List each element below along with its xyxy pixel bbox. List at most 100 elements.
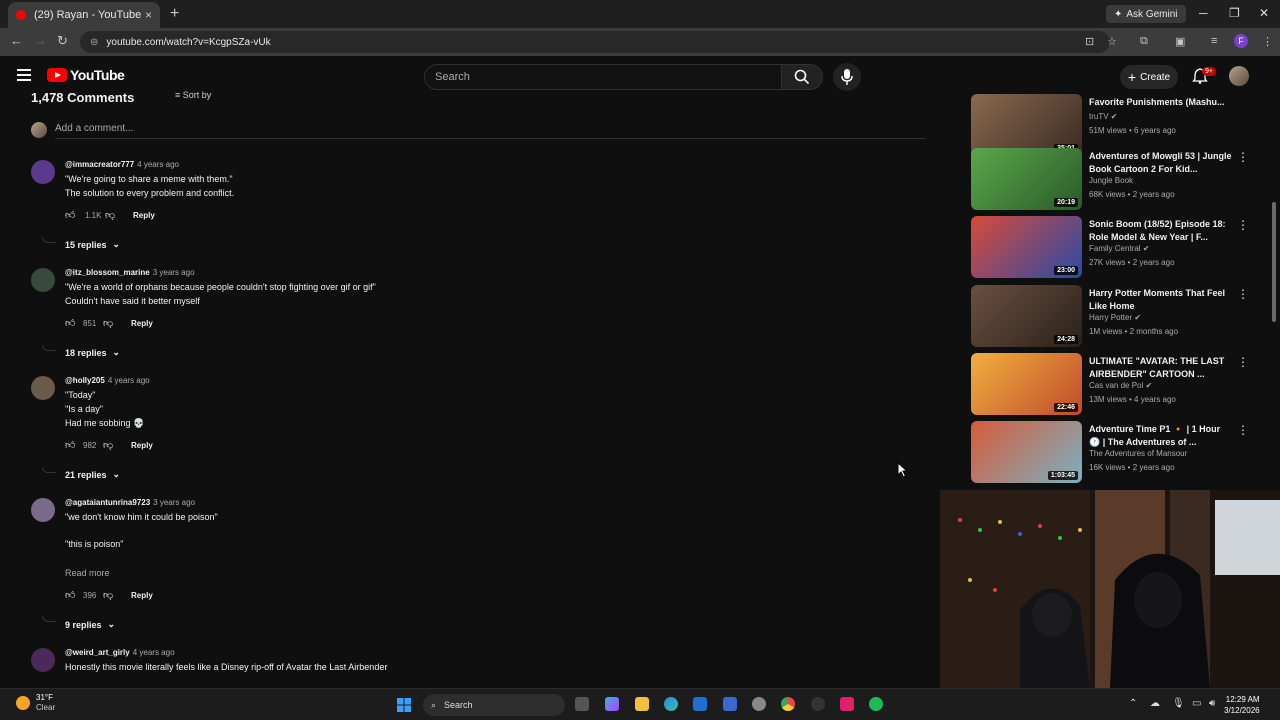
comment-author[interactable]: @agataiantunrina9723 — [65, 498, 150, 507]
related-video[interactable]: 22:46 ULTIMATE "AVATAR: THE LAST AIRBEND… — [971, 353, 1251, 415]
windows-start-icon[interactable] — [397, 698, 411, 712]
related-video[interactable]: 35:01 Favorite Punishments (Mashu... tru… — [971, 94, 1251, 156]
reply-button[interactable]: Reply — [133, 211, 155, 220]
video-thumbnail[interactable]: 1:03:45 — [971, 421, 1082, 483]
browser-tab[interactable]: (29) Rayan - YouTube × — [8, 2, 160, 28]
read-more-link[interactable]: Read more — [65, 568, 110, 578]
install-app-icon[interactable]: ⊡ — [1085, 35, 1094, 48]
system-clock[interactable]: 12:29 AM 3/12/2026 — [1224, 694, 1260, 716]
commenter-avatar[interactable] — [31, 498, 55, 522]
ask-gemini-button[interactable]: ✦ Ask Gemini — [1106, 5, 1186, 23]
comment-author[interactable]: @itz_blossom_marine — [65, 268, 150, 277]
commenter-avatar[interactable] — [31, 268, 55, 292]
video-channel[interactable]: The Adventures of Mansour — [1089, 449, 1187, 458]
view-replies-button[interactable]: 21 replies ⌄ — [65, 469, 120, 480]
settings-gear-icon[interactable] — [752, 697, 766, 711]
voice-search-button[interactable] — [833, 63, 861, 91]
comment-author[interactable]: @weird_art_girly — [65, 648, 130, 657]
store-icon[interactable] — [693, 697, 707, 711]
comment-author[interactable]: @holly205 — [65, 376, 105, 385]
video-title[interactable]: Harry Potter Moments That Feel Like Home — [1089, 287, 1233, 313]
dislike-icon[interactable]: 👎︎ — [105, 209, 133, 221]
create-button[interactable]: + Create — [1120, 65, 1178, 89]
video-thumbnail[interactable]: 24:28 — [971, 285, 1082, 347]
extensions-icon[interactable]: ⧉ — [1140, 35, 1148, 48]
network-icon[interactable]: ☁ — [1150, 698, 1160, 709]
video-thumbnail[interactable]: 20:19 — [971, 148, 1082, 210]
like-icon[interactable]: 👍︎ — [65, 439, 83, 451]
video-thumbnail[interactable]: 23:00 — [971, 216, 1082, 278]
spotify-icon[interactable] — [869, 697, 883, 711]
video-title[interactable]: Adventure Time P1 🔸 | 1 Hour 🕐 | The Adv… — [1089, 423, 1233, 449]
file-explorer-icon[interactable] — [635, 697, 649, 711]
comment-time[interactable]: 3 years ago — [153, 498, 195, 507]
taskbar-search-box[interactable]: ⌕ Search — [423, 694, 565, 716]
commenter-avatar[interactable] — [31, 160, 55, 184]
outlook-icon[interactable] — [723, 697, 737, 711]
maximize-icon[interactable]: ❐ — [1229, 6, 1240, 20]
account-avatar[interactable] — [1229, 66, 1249, 86]
chrome-icon[interactable] — [781, 697, 795, 711]
comment-author[interactable]: @immacreator777 — [65, 160, 134, 169]
add-comment-input[interactable]: Add a comment... — [55, 123, 133, 134]
back-icon[interactable]: ← — [10, 33, 23, 48]
youtube-logo[interactable]: YouTube — [47, 67, 125, 83]
display-icon[interactable]: ▭ — [1192, 698, 1201, 709]
reload-icon[interactable]: ↻ — [57, 33, 68, 49]
video-more-icon[interactable]: ⋮ — [1237, 423, 1249, 437]
like-icon[interactable]: 👍︎ — [65, 209, 85, 221]
video-title[interactable]: ULTIMATE "AVATAR: THE LAST AIRBENDER" CA… — [1089, 355, 1233, 381]
comment-time[interactable]: 4 years ago — [137, 160, 179, 169]
edge-icon[interactable] — [664, 697, 678, 711]
comment-time[interactable]: 3 years ago — [153, 268, 195, 277]
commenter-avatar[interactable] — [31, 648, 55, 672]
view-replies-button[interactable]: 9 replies ⌄ — [65, 619, 115, 630]
scrollbar-thumb[interactable] — [1272, 202, 1276, 322]
video-channel[interactable]: Cas van de Pol ✔ — [1089, 381, 1152, 390]
related-video[interactable]: 23:00 Sonic Boom (18/52) Episode 18: Rol… — [971, 216, 1251, 278]
video-thumbnail[interactable]: 35:01 — [971, 94, 1082, 156]
video-title[interactable]: Sonic Boom (18/52) Episode 18: Role Mode… — [1089, 218, 1233, 244]
commenter-avatar[interactable] — [31, 376, 55, 400]
weather-widget[interactable]: 31°F Clear — [16, 693, 55, 713]
video-more-icon[interactable]: ⋮ — [1237, 218, 1249, 232]
sort-by-button[interactable]: ≡ Sort by — [175, 90, 211, 100]
search-button[interactable] — [781, 64, 823, 90]
tab-close-icon[interactable]: × — [145, 8, 152, 22]
like-icon[interactable]: 👍︎ — [65, 589, 83, 601]
search-input[interactable]: Search — [424, 64, 782, 90]
minimize-icon[interactable]: ─ — [1199, 6, 1208, 20]
reply-button[interactable]: Reply — [131, 591, 153, 600]
volume-icon[interactable]: 🔊︎ — [1209, 698, 1215, 709]
video-thumbnail[interactable]: 22:46 — [971, 353, 1082, 415]
video-channel[interactable]: truTV ✔ — [1089, 112, 1118, 121]
video-more-icon[interactable]: ⋮ — [1237, 287, 1249, 301]
new-tab-button[interactable]: + — [170, 5, 179, 23]
hamburger-menu-icon[interactable] — [17, 69, 31, 81]
reply-button[interactable]: Reply — [131, 441, 153, 450]
forward-icon[interactable]: → — [34, 33, 47, 48]
video-channel[interactable]: Jungle Book — [1089, 176, 1133, 185]
side-panel-icon[interactable]: ▣ — [1175, 35, 1185, 48]
copilot-icon[interactable] — [605, 697, 619, 711]
related-video[interactable]: 24:28 Harry Potter Moments That Feel Lik… — [971, 285, 1251, 347]
related-video[interactable]: 1:03:45 Adventure Time P1 🔸 | 1 Hour 🕐 |… — [971, 421, 1251, 483]
video-more-icon[interactable]: ⋮ — [1237, 150, 1249, 164]
site-info-icon[interactable]: ⊜ — [90, 37, 98, 48]
media-controls-icon[interactable]: ≡ — [1211, 35, 1217, 47]
microphone-tray-icon[interactable]: 🎙︎ — [1172, 698, 1185, 709]
task-view-icon[interactable] — [575, 697, 589, 711]
tray-chevron-up-icon[interactable]: ⌃ — [1129, 698, 1137, 709]
comment-time[interactable]: 4 years ago — [108, 376, 150, 385]
profile-avatar[interactable]: F — [1234, 34, 1248, 48]
browser-menu-icon[interactable]: ⋮ — [1262, 35, 1273, 48]
reply-button[interactable]: Reply — [131, 319, 153, 328]
view-replies-button[interactable]: 18 replies ⌄ — [65, 347, 120, 358]
video-title[interactable]: Favorite Punishments (Mashu... — [1089, 96, 1233, 109]
video-more-icon[interactable]: ⋮ — [1237, 355, 1249, 369]
tiktok-icon[interactable] — [840, 697, 854, 711]
close-window-icon[interactable]: ✕ — [1259, 6, 1269, 20]
view-replies-button[interactable]: 15 replies ⌄ — [65, 239, 120, 250]
dislike-icon[interactable]: 👎︎ — [103, 439, 131, 451]
related-video[interactable]: 20:19 Adventures of Mowgli 53 | Jungle B… — [971, 148, 1251, 210]
